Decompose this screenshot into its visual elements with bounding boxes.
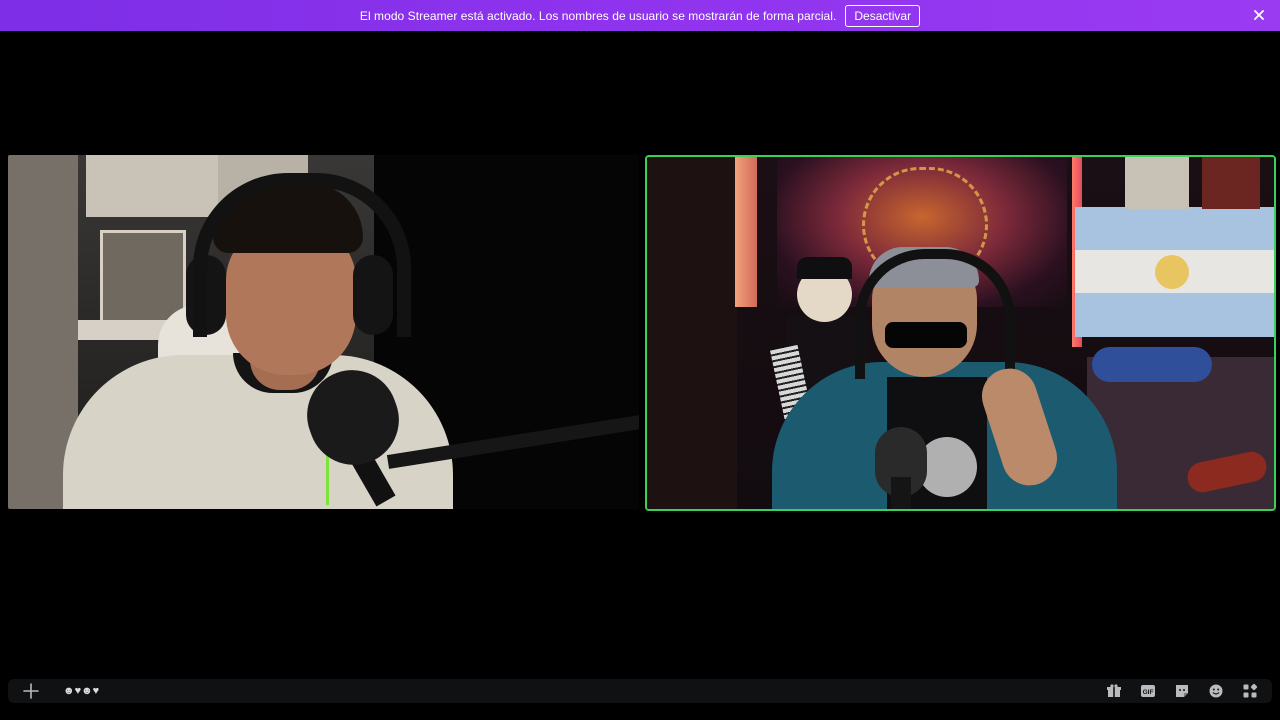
video-stage bbox=[0, 31, 1280, 678]
poster bbox=[1125, 157, 1189, 209]
plus-icon-svg bbox=[23, 683, 39, 699]
message-composer[interactable]: ☻♥☻♥ GIF bbox=[8, 679, 1272, 703]
sticker-icon[interactable] bbox=[1172, 681, 1192, 701]
message-input[interactable]: ☻♥☻♥ bbox=[63, 683, 99, 699]
figure-hat bbox=[797, 257, 852, 279]
banner-message: El modo Streamer está activado. Los nomb… bbox=[359, 8, 837, 23]
mic-stem bbox=[891, 477, 911, 509]
emoji-icon[interactable] bbox=[1206, 681, 1226, 701]
apps-icon[interactable] bbox=[1240, 681, 1260, 701]
streamer-mode-banner: El modo Streamer está activado. Los nomb… bbox=[0, 0, 1280, 31]
led-light bbox=[735, 157, 757, 307]
flag-sun bbox=[1155, 255, 1189, 289]
svg-text:GIF: GIF bbox=[1143, 689, 1154, 696]
gif-icon[interactable]: GIF bbox=[1138, 681, 1158, 701]
pillow bbox=[1092, 347, 1212, 382]
sunglasses bbox=[885, 322, 967, 348]
composer-actions: GIF bbox=[1104, 681, 1260, 701]
deactivate-button[interactable]: Desactivar bbox=[845, 4, 921, 27]
headphones bbox=[193, 173, 411, 337]
participant-video-left[interactable] bbox=[8, 155, 639, 509]
participant-video-right[interactable] bbox=[645, 155, 1276, 511]
headphones bbox=[855, 249, 1015, 379]
wall bbox=[647, 157, 737, 509]
close-icon[interactable] bbox=[1252, 8, 1266, 22]
poster bbox=[1202, 157, 1260, 209]
gift-icon[interactable] bbox=[1104, 681, 1124, 701]
plus-icon[interactable] bbox=[22, 682, 40, 700]
